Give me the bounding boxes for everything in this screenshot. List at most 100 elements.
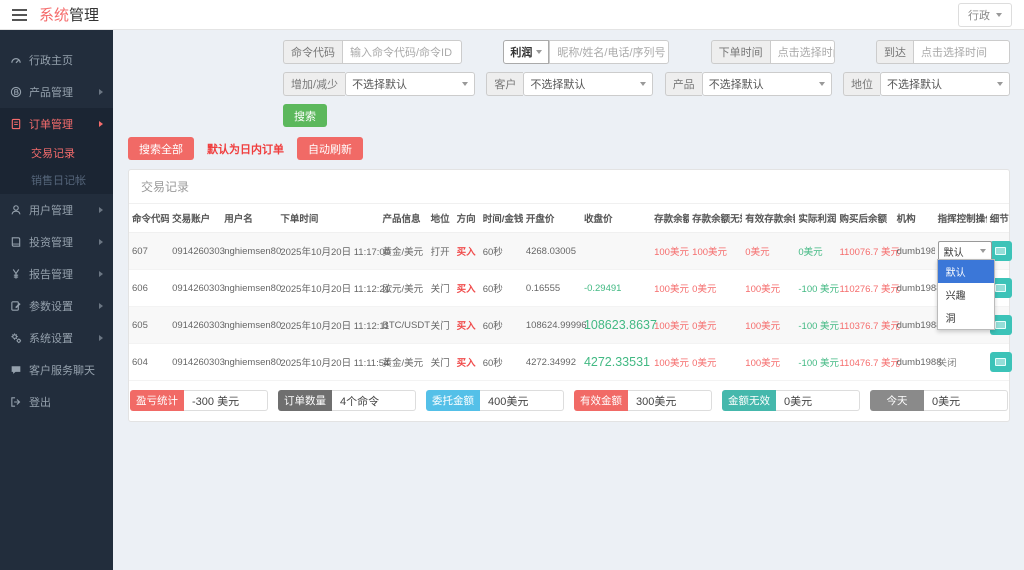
cell-product: 黄金/美元 [379, 343, 428, 381]
cell-org: dumb1988 [893, 306, 942, 344]
chevron-right-icon [99, 271, 103, 277]
cell-close-price: 108623.8637 [580, 306, 657, 344]
sidebar-item-reports[interactable]: 报告管理 [0, 258, 113, 290]
nickname-search-input[interactable]: 昵称/姓名/电话/序列号 [549, 40, 670, 64]
filter-arrive-time: 到达 点击选择时间 [875, 40, 1010, 64]
summary-value: 0美元 [776, 390, 860, 411]
cell-control: 关闭 [934, 343, 987, 381]
col-header: 方向 [453, 204, 480, 233]
filter-label: 客户 [486, 72, 524, 96]
summary-badge: 盈亏统计 [130, 390, 184, 411]
detail-button[interactable] [989, 241, 1012, 261]
increase-decrease-select[interactable]: 不选择默认 [345, 72, 476, 96]
sidebar-item-label: 投资管理 [29, 237, 73, 249]
order-icon [11, 118, 21, 130]
gauge-icon [11, 58, 21, 64]
sidebar-item-system-settings[interactable]: 系统设置 [0, 322, 113, 354]
sidebar-subitem-sales-journal[interactable]: 销售日记帐 [0, 167, 113, 194]
cell-duration: 60秒 [479, 306, 523, 344]
cell-profit: -100 美元 [795, 343, 839, 381]
dropdown-option-default[interactable]: 默认 [937, 260, 994, 283]
cell-username: nghiemsen80 [221, 269, 281, 307]
control-select[interactable]: 默认 [937, 241, 992, 261]
cell-org: dumb1988 [893, 269, 942, 307]
summary-bar: 盈亏统计 -300 美元 订单数量 4个命令 委托金额 400美元 有效金额 3… [129, 381, 1009, 421]
sidebar-item-investments[interactable]: 投资管理 [0, 226, 113, 258]
cell-control: 默认 默认 兴趣 洞 [934, 232, 995, 330]
chevron-down-icon [462, 82, 469, 86]
sidebar-item-admin-home[interactable]: 行政主页 [0, 44, 113, 76]
col-header: 机构 [893, 204, 935, 233]
profit-select[interactable]: 利润 [503, 40, 550, 64]
sidebar-item-customer-chat[interactable]: 客户服务聊天 [0, 354, 113, 386]
summary-value: 0美元 [924, 390, 1008, 411]
chevron-right-icon [99, 207, 103, 213]
cell-time: 2025年10月20日 11:11:54 [277, 343, 389, 381]
cell-duration: 60秒 [479, 232, 523, 270]
intraday-note: 默认为日内订单 [207, 143, 284, 156]
cell-id: 604 [129, 343, 170, 381]
page-title-accent: 系统 [39, 7, 70, 24]
sidebar-item-orders[interactable]: 订单管理 [0, 108, 113, 140]
col-header: 存款余额 [651, 204, 690, 233]
status-select[interactable]: 不选择默认 [880, 72, 1010, 96]
summary-profit-loss: 盈亏统计 -300 美元 [130, 390, 268, 411]
cell-direction: 买入 [453, 343, 480, 381]
cell-deposit-invalid: 0美元 [689, 269, 743, 307]
select-value: 不选择默认 [708, 79, 764, 91]
summary-value: 300美元 [628, 390, 712, 411]
col-header: 存款余额无效 [689, 204, 743, 233]
chat-icon [11, 366, 21, 374]
col-header: 购买后余额 [836, 204, 894, 233]
admin-dropdown[interactable]: 行政 [958, 2, 1012, 27]
admin-dropdown-label: 行政 [968, 9, 990, 22]
detail-button[interactable] [989, 352, 1012, 372]
chevron-down-icon [996, 12, 1002, 17]
filter-order-time: 下单时间 点击选择时间 [710, 40, 835, 64]
details-icon [995, 358, 1007, 366]
summary-value: 4个命令 [332, 390, 416, 411]
product-select[interactable]: 不选择默认 [701, 72, 832, 96]
sidebar-item-label: 报告管理 [29, 269, 73, 281]
summary-badge: 委托金额 [426, 390, 480, 411]
cell-valid-deposit: 100美元 [742, 269, 796, 307]
chevron-right-icon [99, 89, 103, 95]
cell-time: 2025年10月20日 11:12:21 [277, 269, 390, 307]
summary-today: 今天 0美元 [870, 390, 1008, 411]
order-time-input[interactable]: 点击选择时间 [769, 40, 835, 64]
dropdown-option-hole[interactable]: 洞 [938, 306, 994, 329]
cell-after-balance: 110476.7 美元 [836, 343, 900, 381]
col-header: 交易账户 [169, 204, 222, 233]
filter-profit-search: 利润 昵称/姓名/电话/序列号 [503, 40, 670, 64]
user-icon [11, 205, 21, 215]
search-button[interactable]: 搜索 [283, 104, 327, 127]
cell-valid-deposit: 100美元 [742, 343, 796, 381]
sidebar-item-parameters[interactable]: 参数设置 [0, 290, 113, 322]
profit-select-value: 利润 [510, 47, 533, 59]
cell-time: 2025年10月20日 11:12:11 [277, 306, 389, 344]
auto-refresh-button[interactable]: 自动刷新 [297, 137, 363, 160]
cell-time: 2025年10月20日 11:17:00 [277, 232, 390, 270]
col-header: 有效存款余额 [742, 204, 796, 233]
cell-after-balance: 110376.7 美元 [836, 306, 900, 344]
search-all-button[interactable]: 搜索全部 [128, 137, 194, 160]
sidebar-group-orders: 订单管理 交易记录 销售日记帐 [0, 108, 113, 194]
col-header: 地位 [427, 204, 454, 233]
col-header: 产品信息 [379, 204, 428, 233]
dropdown-option-interest[interactable]: 兴趣 [938, 283, 994, 306]
sidebar-item-label: 客户服务聊天 [29, 365, 95, 377]
chevron-down-icon [818, 82, 825, 86]
sidebar-item-logout[interactable]: 登出 [0, 386, 113, 418]
cell-id: 607 [129, 232, 170, 270]
cell-id: 606 [129, 269, 170, 307]
sidebar-item-users[interactable]: 用户管理 [0, 194, 113, 226]
customer-select[interactable]: 不选择默认 [523, 72, 654, 96]
menu-toggle-icon[interactable] [12, 6, 27, 24]
sidebar-item-products[interactable]: 产品管理 [0, 76, 113, 108]
arrive-time-input[interactable]: 点击选择时间 [912, 40, 1010, 64]
page-title: 系统管理 [39, 4, 99, 25]
sidebar-item-label: 用户管理 [29, 205, 73, 217]
command-code-input[interactable]: 输入命令代码/命令ID [342, 40, 462, 64]
cell-account: 0914260303 [169, 232, 225, 270]
sidebar-subitem-trade-records[interactable]: 交易记录 [0, 140, 113, 167]
